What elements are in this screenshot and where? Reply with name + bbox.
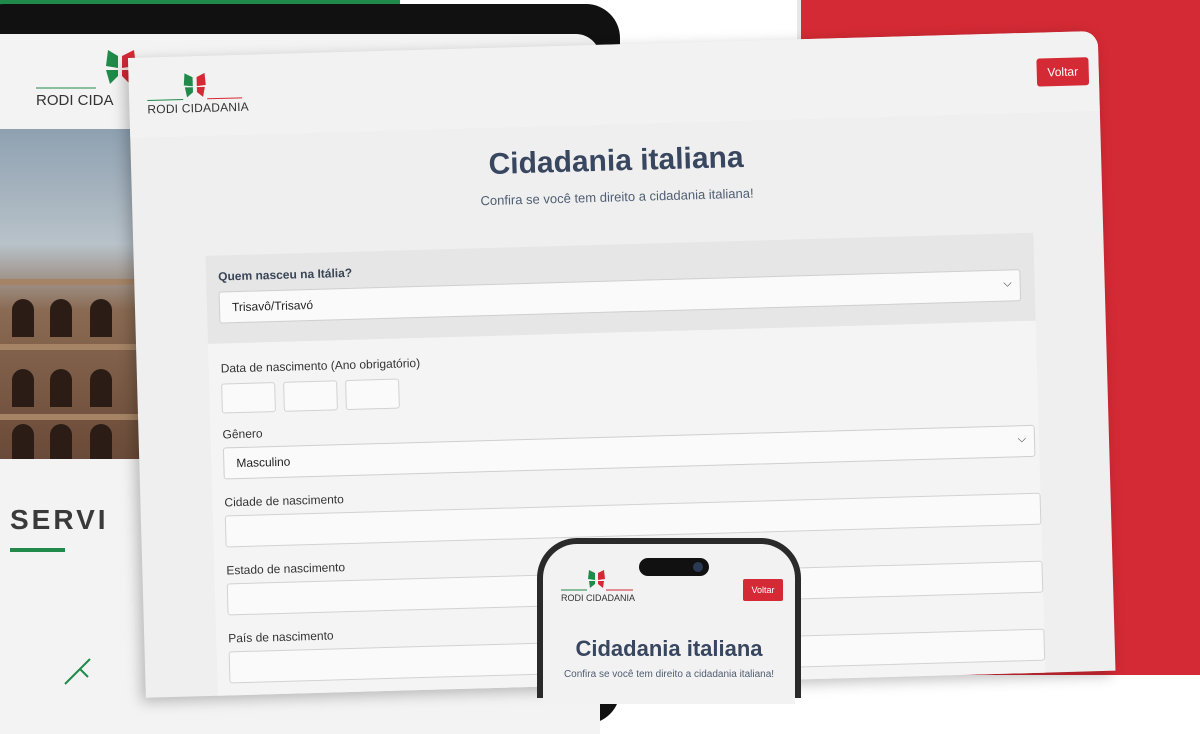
italian-born-value: Trisavô/Trisavó — [231, 297, 314, 315]
logo-text: RODI CIDADANIA — [147, 99, 250, 117]
birth-date-label: Data de nascimento (Ano obrigatório) — [220, 355, 421, 376]
gender-value: Masculino — [236, 454, 291, 471]
butterfly-logo-icon — [561, 570, 633, 591]
birth-day-input[interactable] — [221, 382, 276, 414]
phone-back-button[interactable]: Voltar — [743, 579, 783, 601]
chevron-down-icon: ⌵ — [1017, 433, 1027, 446]
phone-device: RODI CIDADANIA Voltar Cidadania italiana… — [537, 538, 801, 704]
birth-country-label: País de nascimento — [228, 628, 334, 646]
phone-page-title: Cidadania italiana — [575, 636, 763, 661]
phone-screen: RODI CIDADANIA Voltar Cidadania italiana… — [543, 544, 795, 704]
italian-born-label: Quem nasceu na Itália? — [217, 265, 353, 284]
services-underline — [10, 548, 65, 552]
site-logo[interactable]: RODI CIDADANIA — [146, 69, 257, 122]
phone-logo-text: RODI CIDADANIA — [561, 593, 636, 603]
services-heading: SERVI — [10, 504, 109, 535]
chevron-down-icon: ⌵ — [1003, 277, 1012, 290]
birth-year-input[interactable] — [345, 378, 400, 411]
birth-state-label: Estado de nascimento — [226, 560, 346, 578]
birth-city-label: Cidade de nascimento — [224, 492, 345, 510]
gender-select[interactable]: Masculino ⌵ — [222, 424, 1036, 480]
colosseum-image — [0, 129, 150, 459]
back-button[interactable]: Voltar — [1036, 57, 1090, 87]
camera-icon — [693, 562, 703, 572]
tablet-logo-text: RODI CIDA — [36, 92, 114, 109]
gender-label: Gênero — [222, 426, 263, 442]
service-icon — [64, 658, 91, 685]
birth-month-input[interactable] — [283, 380, 338, 412]
phone-logo[interactable]: RODI CIDADANIA — [561, 569, 641, 609]
dynamic-island — [639, 558, 709, 576]
